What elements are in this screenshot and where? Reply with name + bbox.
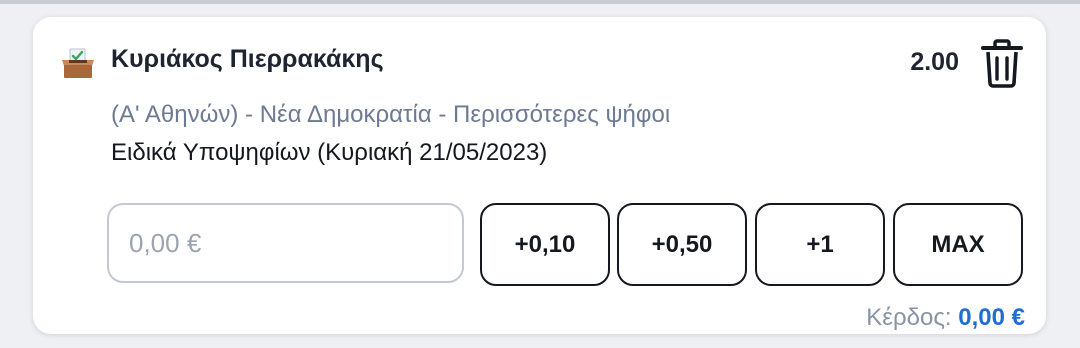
profit-label: Κέρδος: xyxy=(866,304,952,331)
top-divider xyxy=(0,0,1080,4)
add-0-10-button[interactable]: +0,10 xyxy=(480,203,610,286)
add-0-50-button[interactable]: +0,50 xyxy=(617,203,747,286)
bet-slip-card: Κυριάκος Πιερρακάκης 2.00 (Α' Αθηνών) - … xyxy=(33,17,1046,334)
selection-name: Κυριάκος Πιερρακάκης xyxy=(111,45,384,73)
odds-value: 2.00 xyxy=(910,48,959,76)
add-1-button[interactable]: +1 xyxy=(755,203,885,286)
ballot-box-icon xyxy=(62,48,94,78)
profit-summary: Κέρδος: 0,00 € xyxy=(866,304,1025,332)
profit-value: 0,00 € xyxy=(958,304,1025,331)
market-description: (Α' Αθηνών) - Νέα Δημοκρατία - Περισσότε… xyxy=(111,101,671,128)
stake-input[interactable] xyxy=(107,203,464,283)
event-description: Ειδικά Υποψηφίων (Κυριακή 21/05/2023) xyxy=(111,139,548,166)
max-stake-button[interactable]: MAX xyxy=(893,203,1023,286)
trash-icon[interactable] xyxy=(980,39,1024,89)
